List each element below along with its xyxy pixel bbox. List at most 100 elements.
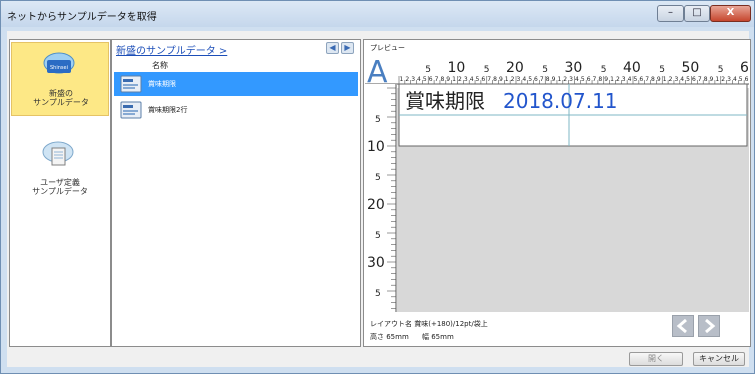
column-header-name[interactable]: 名称	[152, 60, 168, 71]
next-page-button[interactable]	[698, 315, 720, 337]
ruler-digit: 5	[476, 76, 480, 83]
ruler-label: 5	[542, 65, 548, 75]
ruler-digit: 9	[710, 76, 714, 83]
label-file-icon	[120, 101, 142, 119]
ruler-digit: 5	[581, 76, 585, 83]
preview-label: プレビュー	[370, 44, 405, 52]
ruler-label: 50	[682, 60, 700, 76]
nav-item-shinsei-samples[interactable]: Shinsei 新盛の サンプルデータ	[11, 42, 109, 116]
close-icon: X	[726, 7, 735, 18]
layout-name: レイアウト名 賞味(+180)/12pt/袋上	[370, 320, 488, 328]
ruler-digit: 1	[452, 76, 456, 83]
cancel-button[interactable]: キャンセル	[693, 352, 745, 366]
dialog-window: ネットからサンプルデータを取得 – □ X Shinsei 新盛の サンプルデー…	[0, 0, 755, 374]
ruler-digit: 4	[470, 76, 474, 83]
ruler-digit: 2	[669, 76, 673, 83]
label-preview[interactable]: 賞味期限 2018.07.11	[398, 83, 748, 147]
ruler-digit: 9	[499, 76, 503, 83]
ruler-digit: 8	[598, 76, 602, 83]
maximize-button[interactable]: □	[684, 5, 710, 22]
ruler-digit: 6	[534, 76, 538, 83]
ruler-digit: 6	[429, 76, 433, 83]
ruler-corner-a-icon: A	[367, 55, 388, 90]
forward-button[interactable]: ▶	[341, 42, 354, 54]
ruler-digit: 2	[563, 76, 567, 83]
minimize-button[interactable]: –	[657, 5, 684, 22]
chevron-left-icon	[676, 318, 687, 334]
ruler-label: 20	[367, 197, 385, 213]
ruler-digit: 3	[411, 76, 415, 83]
ruler-digit: 7	[698, 76, 702, 83]
ruler-digit: 5	[686, 76, 690, 83]
file-name: 賞味期限	[148, 80, 176, 88]
ruler-label: 10	[448, 60, 466, 76]
ruler-digit: 3	[569, 76, 573, 83]
category-nav: Shinsei 新盛の サンプルデータ ユーザ定義 サンプルデータ	[9, 39, 111, 347]
nav-item-user-samples[interactable]: ユーザ定義 サンプルデータ	[11, 132, 109, 206]
ruler-label: 5	[425, 65, 431, 75]
ruler-digit: 6	[745, 76, 749, 83]
list-item[interactable]: 賞味期限2行	[114, 98, 358, 122]
ruler-digit: 1	[663, 76, 667, 83]
ruler-digit: 3	[674, 76, 678, 83]
ruler-digit: 4	[733, 76, 737, 83]
ruler-label: 30	[367, 255, 385, 271]
prev-page-button[interactable]	[672, 315, 694, 337]
sample-file-list: 新盛のサンプルデータ > ◀ ▶ 名称 賞味期限 賞味期限2行	[111, 39, 361, 347]
breadcrumb[interactable]: 新盛のサンプルデータ >	[116, 42, 227, 57]
ruler-digit: 7	[435, 76, 439, 83]
dialog-client: Shinsei 新盛の サンプルデータ ユーザ定義 サンプルデータ 新盛のサンプ…	[7, 31, 751, 367]
forward-arrow-icon: ▶	[344, 43, 351, 52]
ruler-digit: 6	[639, 76, 643, 83]
ruler-digit: 1	[610, 76, 614, 83]
ruler-label: 5	[375, 173, 381, 183]
preview-canvas: 1234567891234567891234567891234567891234…	[365, 54, 749, 312]
cloud-icon: Shinsei	[43, 52, 75, 74]
ruler-digit: 7	[540, 76, 544, 83]
ruler-label: 40	[623, 60, 641, 76]
ruler-digit: 3	[727, 76, 731, 83]
chevron-right-icon	[705, 318, 716, 334]
nav-label-line1: ユーザ定義	[40, 178, 80, 187]
ruler-digit: 5	[634, 76, 638, 83]
ruler-digit: 4	[522, 76, 526, 83]
ruler-digit: 9	[657, 76, 661, 83]
ruler-digit: 5	[739, 76, 743, 83]
back-button[interactable]: ◀	[326, 42, 339, 54]
nav-label-line1: 新盛の	[49, 89, 73, 98]
ruler-digit: 6	[692, 76, 696, 83]
label-height: 高さ 65mm	[370, 333, 409, 341]
title-bar: ネットからサンプルデータを取得 – □ X	[1, 1, 754, 27]
ruler-digit: 8	[440, 76, 444, 83]
shinsei-logo-text: Shinsei	[50, 65, 68, 71]
ruler-digit: 2	[458, 76, 462, 83]
user-cloud-icon	[42, 141, 74, 166]
ruler-digit: 4	[628, 76, 632, 83]
nav-label-line2: サンプルデータ	[32, 187, 88, 196]
back-arrow-icon: ◀	[329, 43, 336, 52]
vertical-ruler: 5 10 5 20 5 30 5	[365, 84, 397, 312]
ruler-digit: 3	[517, 76, 521, 83]
ruler-label: 5	[484, 65, 490, 75]
ruler-digit: 2	[721, 76, 725, 83]
ruler-label: 20	[506, 60, 524, 76]
ruler-label: 10	[367, 139, 385, 155]
ruler-digit: 3	[464, 76, 468, 83]
open-button[interactable]: 開く	[629, 352, 683, 366]
ruler-digit: 7	[645, 76, 649, 83]
ruler-digit: 7	[487, 76, 491, 83]
ruler-digit: 8	[493, 76, 497, 83]
label-date: 2018.07.11	[503, 89, 618, 113]
close-button[interactable]: X	[710, 5, 751, 22]
ruler-digit: 9	[446, 76, 450, 83]
list-item[interactable]: 賞味期限	[114, 72, 358, 96]
file-name: 賞味期限2行	[148, 106, 188, 114]
ruler-digit: 9	[604, 76, 608, 83]
ruler-digit: 3	[622, 76, 626, 83]
ruler-label: 5	[375, 289, 381, 299]
ruler-digit: 5	[528, 76, 532, 83]
ruler-digit: 5	[423, 76, 427, 83]
ruler-digit: 1	[400, 76, 404, 83]
ruler-digit: 9	[552, 76, 556, 83]
preview-pane: プレビュー 1234567891234567891234567891234567…	[363, 39, 751, 347]
